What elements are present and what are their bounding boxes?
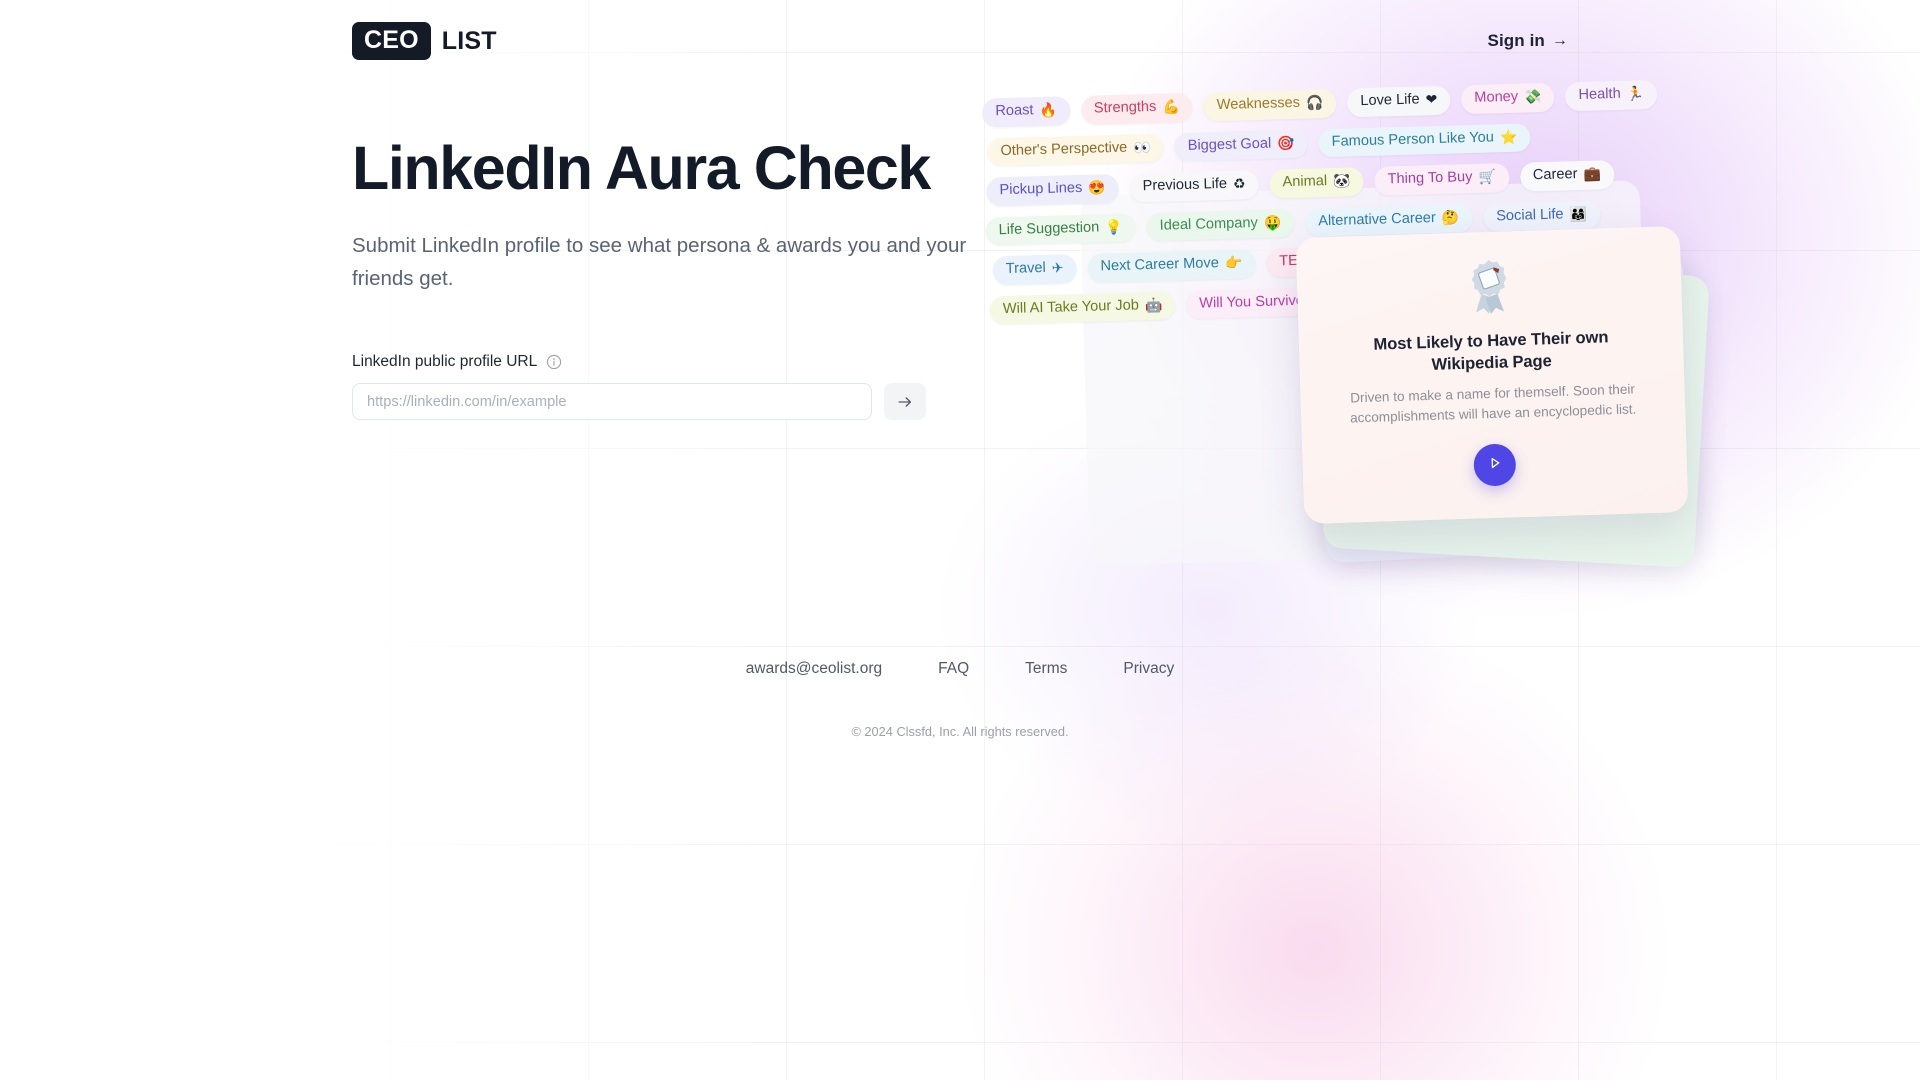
tag-label: Social Life — [1495, 205, 1564, 224]
hero-subtitle: Submit LinkedIn profile to see what pers… — [352, 233, 967, 291]
url-field-label-row: LinkedIn public profile URL — [352, 353, 1012, 371]
tag-label: Animal — [1282, 173, 1328, 191]
tag-label: Health — [1578, 85, 1621, 103]
tag-pill[interactable]: Previous Life ♻ — [1129, 169, 1260, 203]
tag-label: Famous Person Like You — [1331, 128, 1495, 150]
submit-button[interactable] — [884, 383, 926, 421]
logo-badge: CEO — [352, 22, 431, 60]
info-circle-icon[interactable] — [546, 354, 562, 370]
tag-emoji-icon: 💼 — [1583, 165, 1602, 183]
tag-emoji-icon: 🛒 — [1478, 168, 1497, 186]
tag-label: Alternative Career — [1317, 209, 1437, 229]
tag-emoji-icon: 👉 — [1224, 254, 1243, 272]
tag-emoji-icon: ✈ — [1051, 259, 1064, 277]
tag-emoji-icon: 💡 — [1105, 218, 1123, 236]
tag-label: Weaknesses — [1216, 94, 1301, 114]
tag-pill[interactable]: Health 🏃 — [1565, 79, 1658, 111]
arrow-right-icon — [896, 393, 914, 411]
url-field-label: LinkedIn public profile URL — [352, 353, 538, 371]
tag-emoji-icon: 🎯 — [1277, 134, 1295, 152]
url-input-row — [352, 383, 1012, 421]
copyright-text: © 2024 Clssfd, Inc. All rights reserved. — [851, 724, 1069, 739]
arrow-right-icon: → — [1551, 32, 1568, 49]
tag-emoji-icon: 🎧 — [1305, 94, 1324, 111]
sign-in-label: Sign in — [1487, 31, 1545, 50]
tag-label: Money — [1474, 88, 1519, 106]
tag-emoji-icon: 💸 — [1523, 88, 1542, 105]
award-ribbon-icon — [1460, 257, 1518, 317]
tag-label: Roast — [995, 102, 1034, 120]
tag-pill[interactable]: Social Life 👨‍👩‍👧 — [1482, 199, 1601, 232]
footer-link-terms[interactable]: Terms — [1025, 660, 1067, 678]
tag-pill[interactable]: Animal 🐼 — [1269, 167, 1365, 199]
tag-emoji-icon: 🤑 — [1263, 214, 1282, 231]
tag-pill[interactable]: Famous Person Like You ⭐ — [1318, 122, 1531, 158]
tag-label: Career — [1532, 166, 1578, 184]
tag-pill[interactable]: Ideal Company 🤑 — [1146, 208, 1295, 242]
tag-pill[interactable]: Next Career Move 👉 — [1087, 249, 1256, 283]
tag-emoji-icon: 🤖 — [1144, 296, 1163, 314]
tag-pill[interactable]: Career 💼 — [1519, 160, 1615, 192]
footer-links: awards@ceolist.org FAQ Terms Privacy — [746, 660, 1174, 678]
tag-emoji-icon: 💪 — [1162, 98, 1180, 115]
tag-pill[interactable]: Biggest Goal 🎯 — [1174, 129, 1309, 162]
tag-emoji-icon: ⭐ — [1499, 128, 1518, 146]
tag-emoji-icon: 👨‍👩‍👧 — [1569, 205, 1588, 223]
tag-pill[interactable]: Roast 🔥 — [981, 96, 1071, 128]
award-card-title: Most Likely to Have Their own Wikipedia … — [1373, 327, 1609, 374]
footer-link-privacy[interactable]: Privacy — [1123, 660, 1174, 678]
tag-label: Biggest Goal — [1187, 135, 1272, 154]
award-card-description: Driven to make a name for themself. Soon… — [1349, 381, 1637, 426]
tag-label: Thing To Buy — [1387, 168, 1473, 188]
tag-label: Life Suggestion — [998, 218, 1100, 238]
tag-emoji-icon: 🤔 — [1441, 209, 1460, 226]
site-header: CEO LIST Sign in → — [0, 0, 1920, 82]
tag-label: Ideal Company — [1159, 214, 1259, 234]
footer-link-faq[interactable]: FAQ — [938, 660, 969, 678]
play-icon — [1485, 454, 1504, 476]
tag-pill[interactable]: Thing To Buy 🛒 — [1374, 162, 1510, 196]
award-card[interactable]: Most Likely to Have Their own Wikipedia … — [1295, 226, 1689, 524]
site-footer: awards@ceolist.org FAQ Terms Privacy © 2024… — [0, 660, 1920, 739]
tag-emoji-icon: ❤ — [1425, 91, 1438, 108]
tag-pill[interactable]: Money 💸 — [1460, 82, 1555, 114]
tag-emoji-icon: 👀 — [1133, 138, 1151, 156]
tag-emoji-icon: ♻ — [1232, 175, 1246, 193]
linkedin-url-input[interactable] — [352, 383, 872, 421]
tag-label: Will AI Take Your Job — [1002, 296, 1140, 317]
logo[interactable]: CEO LIST — [352, 22, 497, 60]
background-glow-pink — [840, 500, 1790, 1080]
tag-emoji-icon: 🔥 — [1039, 101, 1058, 119]
tag-label: Previous Life — [1142, 175, 1228, 195]
tag-pill[interactable]: Weaknesses 🎧 — [1203, 88, 1337, 121]
tag-emoji-icon: 🐼 — [1332, 172, 1351, 190]
tag-label: Other's Perspective — [1000, 139, 1128, 159]
hero-section: LinkedIn Aura Check Submit LinkedIn prof… — [352, 134, 1012, 421]
page-title: LinkedIn Aura Check — [352, 134, 931, 202]
award-card-stack: Most Likely to Have Their own Wikipedia … — [1295, 226, 1710, 569]
tag-label: Strengths — [1093, 98, 1157, 117]
tag-emoji-icon: 😍 — [1088, 179, 1106, 197]
tag-label: Next Career Move — [1100, 255, 1220, 275]
tag-pill[interactable]: Love Life ❤ — [1347, 85, 1451, 117]
sign-in-link[interactable]: Sign in → — [1488, 31, 1568, 51]
footer-link-email[interactable]: awards@ceolist.org — [746, 660, 882, 678]
tag-pill[interactable]: Will AI Take Your Job 🤖 — [989, 290, 1176, 325]
tag-pill[interactable]: Other's Perspective 👀 — [987, 133, 1165, 167]
tag-emoji-icon: 🏃 — [1626, 85, 1645, 102]
logo-word: LIST — [441, 26, 497, 55]
tag-label: Love Life — [1360, 91, 1420, 110]
play-button[interactable] — [1473, 442, 1517, 487]
tag-pill[interactable]: Strengths 💪 — [1080, 92, 1194, 125]
